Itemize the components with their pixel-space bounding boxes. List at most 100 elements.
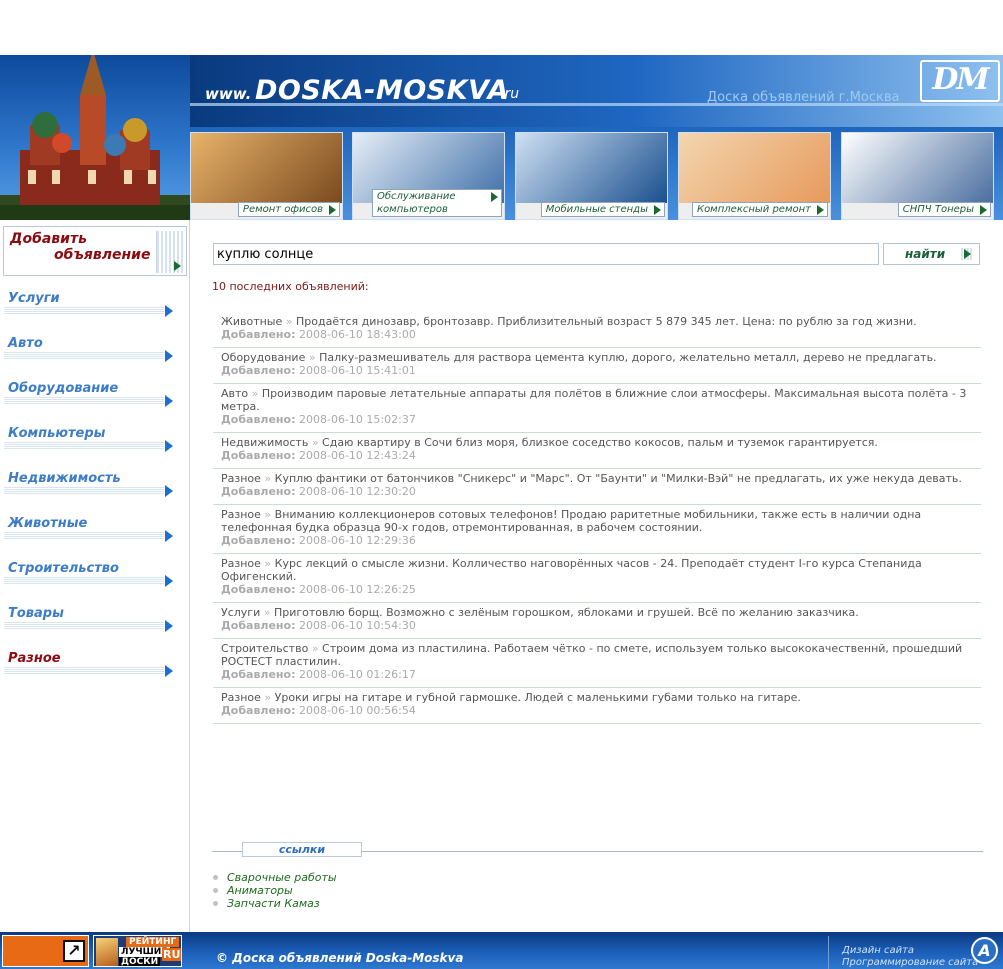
ad-category[interactable]: Разное	[221, 508, 261, 521]
ad-date-label: Добавлено:	[221, 583, 296, 596]
sidebar-item-bar	[4, 487, 164, 495]
links-list: Сварочные работы Аниматоры Запчасти Камаз	[212, 871, 337, 910]
banner-2[interactable]: Мобильные стенды	[515, 132, 668, 220]
ad-date: 2008-06-10 12:26:25	[299, 583, 416, 596]
ad-item[interactable]: Строительство » Строим дома из пластилин…	[213, 639, 981, 688]
banner-label: Ремонт офисов	[237, 202, 340, 217]
ad-text[interactable]: Приготовлю борщ. Возможно с зелёным горо…	[274, 606, 859, 619]
ad-line: Разное » Курс лекций о смысле жизни. Кол…	[221, 557, 973, 583]
search-button[interactable]: найти	[883, 243, 980, 265]
arrow-right-icon	[165, 620, 173, 632]
ad-date-label: Добавлено:	[221, 328, 296, 341]
ad-text[interactable]: Курс лекций о смысле жизни. Колличество …	[221, 557, 922, 583]
link-item[interactable]: Сварочные работы	[212, 871, 337, 884]
ad-line: Разное » Куплю фантики от батончиков "Сн…	[221, 472, 973, 485]
banner-0[interactable]: Ремонт офисов	[190, 132, 343, 220]
rating-badge-line3: ДОСКИ	[119, 957, 161, 967]
link-item[interactable]: Запчасти Камаз	[212, 897, 337, 910]
ad-date: 2008-06-10 12:29:36	[299, 534, 416, 547]
ad-text[interactable]: Продаётся динозавр, бронтозавр. Приблизи…	[296, 315, 917, 328]
banner-3[interactable]: Комплексный ремонт	[678, 132, 831, 220]
ad-date: 2008-06-10 15:41:01	[299, 364, 416, 377]
ad-category[interactable]: Оборудование	[221, 351, 305, 364]
ad-date-row: Добавлено: 2008-06-10 01:26:17	[221, 668, 973, 681]
ad-date-row: Добавлено: 2008-06-10 12:43:24	[221, 449, 973, 462]
ad-separator: »	[308, 351, 316, 364]
ad-date: 2008-06-10 00:56:54	[299, 704, 416, 717]
ad-date: 2008-06-10 15:02:37	[299, 413, 416, 426]
ad-date-row: Добавлено: 2008-06-10 12:29:36	[221, 534, 973, 547]
sidebar-item[interactable]: Компьютеры	[0, 426, 178, 456]
ad-item[interactable]: Оборудование » Палку-размешиватель для р…	[213, 348, 981, 384]
ad-item[interactable]: Недвижимость » Сдаю квартиру в Сочи близ…	[213, 433, 981, 469]
ad-item[interactable]: Разное » Курс лекций о смысле жизни. Кол…	[213, 554, 981, 603]
sidebar-item[interactable]: Оборудование	[0, 381, 178, 411]
ad-date-label: Добавлено:	[221, 619, 296, 632]
search-button-label: найти	[905, 247, 946, 261]
ad-separator: »	[264, 691, 272, 704]
ad-text[interactable]: Производим паровые летательные аппараты …	[221, 387, 966, 413]
dm-logo[interactable]: DM	[920, 60, 1000, 102]
sidebar-item-label: Товары	[8, 606, 64, 621]
sidebar-item-label: Оборудование	[8, 381, 119, 396]
rating-badge[interactable]: РЕЙТИНГ ЛУЧШИЕ ДОСКИ RU	[93, 935, 182, 967]
ad-category[interactable]: Разное	[221, 472, 261, 485]
ad-text[interactable]: Уроки игры на гитаре и губной гармошке. …	[275, 691, 801, 704]
banner-4[interactable]: СНПЧ Тонеры	[841, 132, 994, 220]
ad-text[interactable]: Палку-размешиватель для раствора цемента…	[319, 351, 936, 364]
ad-item[interactable]: Услуги » Приготовлю борщ. Возможно с зел…	[213, 603, 981, 639]
sidebar-item-bar	[4, 307, 164, 315]
ad-line: Разное » Вниманию коллекционеров сотовых…	[221, 508, 973, 534]
sidebar-item[interactable]: Авто	[0, 336, 178, 366]
rating-badge-image	[96, 938, 118, 966]
sidebar-item-label: Авто	[8, 336, 43, 351]
ad-item[interactable]: Разное » Куплю фантики от батончиков "Сн…	[213, 469, 981, 505]
ad-category[interactable]: Недвижимость	[221, 436, 308, 449]
ad-text[interactable]: Сдаю квартиру в Сочи близ моря, близкое …	[322, 436, 878, 449]
site-header: www. DOSKA-MOSKVA .ru Доска объявлений г…	[0, 55, 1003, 220]
ad-category[interactable]: Животные	[221, 315, 282, 328]
sidebar-item[interactable]: Недвижимость	[0, 471, 178, 501]
designer-logo[interactable]: A	[971, 937, 998, 964]
ad-category[interactable]: Разное	[221, 691, 261, 704]
ad-item[interactable]: Разное » Вниманию коллекционеров сотовых…	[213, 505, 981, 554]
recent-ads-heading: 10 последних объявлений:	[212, 280, 369, 293]
counter-badge[interactable]: ↗	[2, 935, 89, 967]
link-item[interactable]: Аниматоры	[212, 884, 337, 897]
design-credits[interactable]: Дизайн сайта Программирование сайта	[842, 945, 978, 969]
sidebar-item-label: Компьютеры	[8, 426, 106, 441]
ad-line: Услуги » Приготовлю борщ. Возможно с зел…	[221, 606, 973, 619]
divider	[828, 936, 829, 969]
ad-date-row: Добавлено: 2008-06-10 10:54:30	[221, 619, 973, 632]
ad-date-row: Добавлено: 2008-06-10 15:02:37	[221, 413, 973, 426]
sidebar-item[interactable]: Строительство	[0, 561, 178, 591]
ad-text[interactable]: Куплю фантики от батончиков "Сникерс" и …	[275, 472, 962, 485]
ad-item[interactable]: Авто » Производим паровые летательные ап…	[213, 384, 981, 433]
banner-image	[679, 133, 830, 203]
ad-date-label: Добавлено:	[221, 668, 296, 681]
ad-item[interactable]: Разное » Уроки игры на гитаре и губной г…	[213, 688, 981, 724]
sidebar-item[interactable]: Товары	[0, 606, 178, 636]
ad-category[interactable]: Услуги	[221, 606, 260, 619]
ad-text[interactable]: Вниманию коллекционеров сотовых телефоно…	[221, 508, 921, 534]
banner-label: Мобильные стенды	[540, 202, 665, 217]
sidebar-item-label: Услуги	[8, 291, 60, 306]
sidebar-item[interactable]: Разное	[0, 651, 178, 681]
banner-1[interactable]: Обслуживание компьютеров	[352, 132, 505, 220]
ad-date-label: Добавлено:	[221, 449, 296, 462]
sidebar-item[interactable]: Услуги	[0, 291, 178, 321]
ad-text[interactable]: Строим дома из пластилина. Работаем чётк…	[221, 642, 962, 668]
ad-item[interactable]: Животные » Продаётся динозавр, бронтозав…	[213, 312, 981, 348]
search-input[interactable]	[213, 243, 879, 265]
ad-separator: »	[264, 472, 272, 485]
banner-image	[842, 133, 993, 203]
sidebar-item[interactable]: Животные	[0, 516, 178, 546]
ad-category[interactable]: Разное	[221, 557, 261, 570]
ad-category[interactable]: Авто	[221, 387, 248, 400]
add-listing-label-1: Добавить	[10, 231, 87, 247]
add-listing-label-2: объявление	[54, 247, 151, 263]
copyright: © Доска объявлений Doska-Moskva	[216, 951, 464, 965]
ad-category[interactable]: Строительство	[221, 642, 308, 655]
add-listing-button[interactable]: Добавить объявление	[3, 226, 187, 276]
site-name[interactable]: DOSKA-MOSKVA	[255, 75, 509, 106]
